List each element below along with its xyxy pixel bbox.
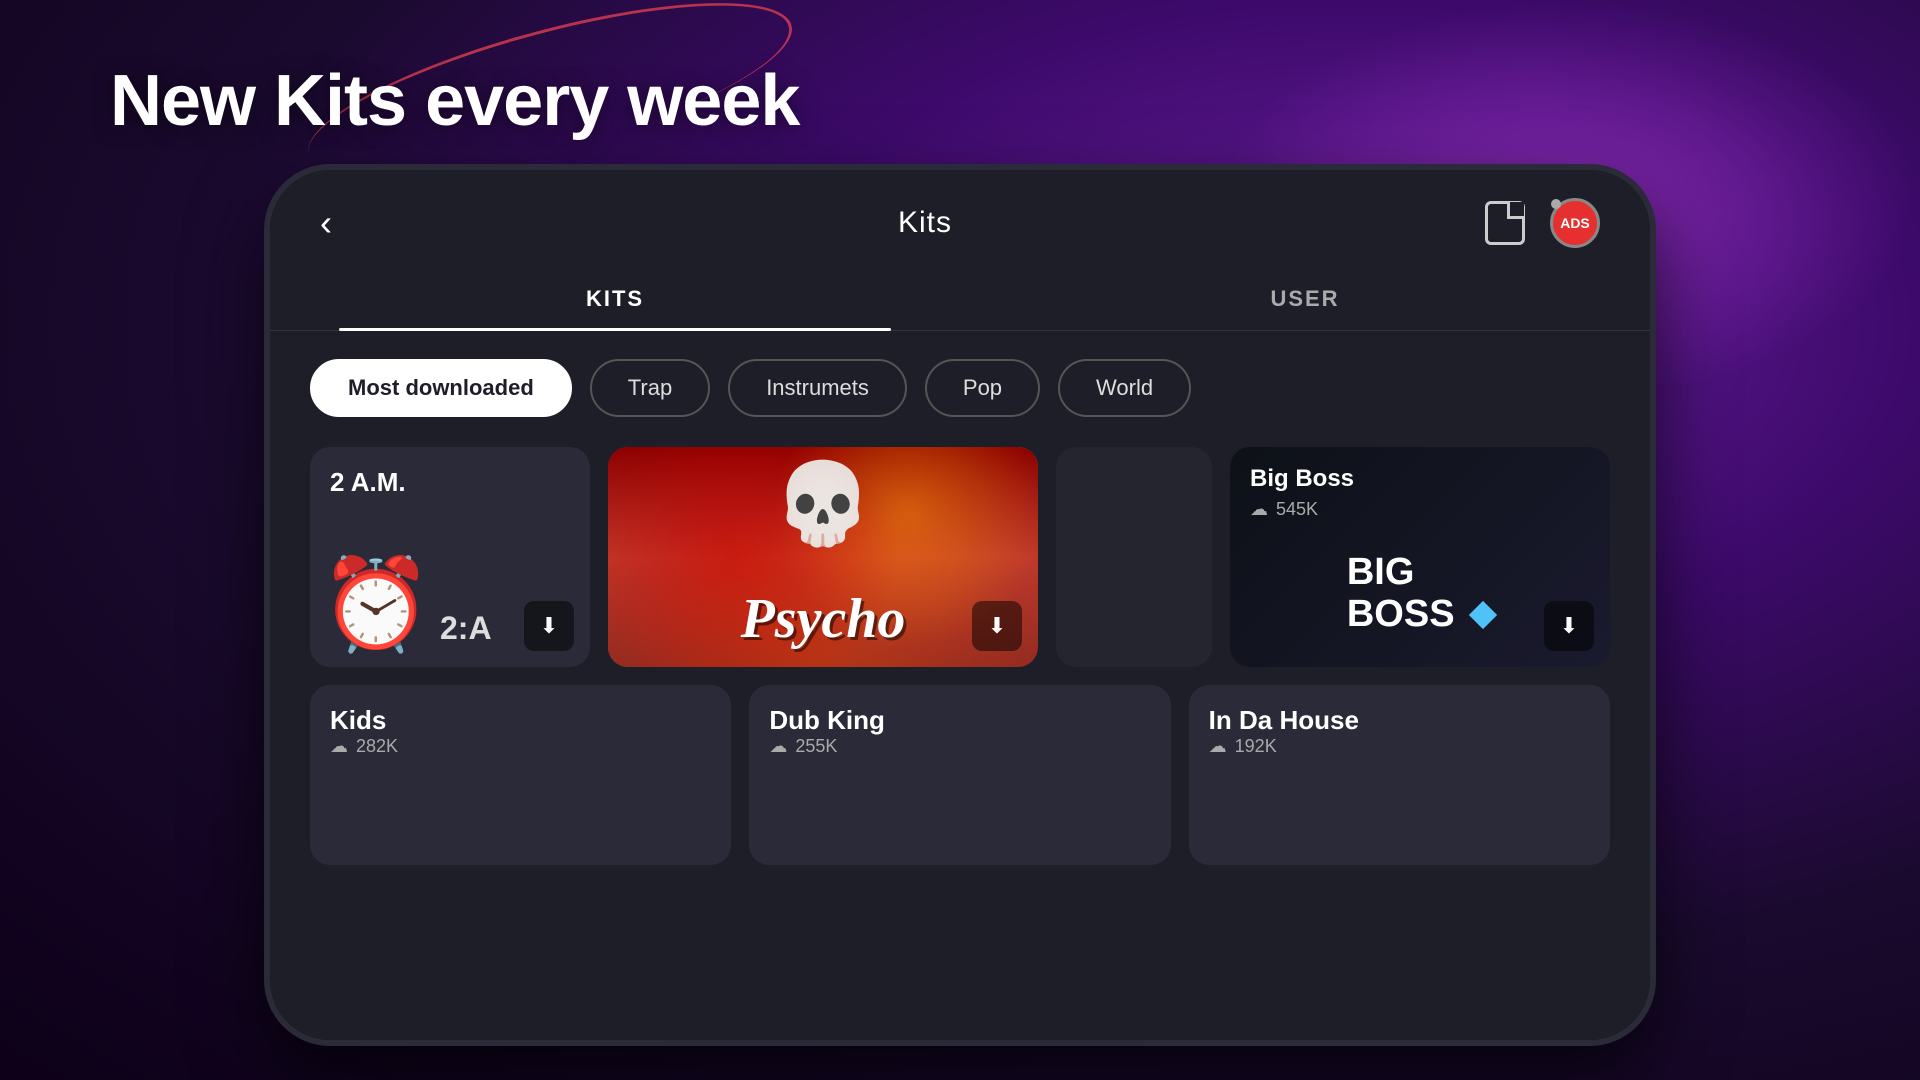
kids-cloud-icon: ☁ bbox=[330, 736, 348, 757]
diamond-icon bbox=[1469, 601, 1497, 629]
inhouse-stat: ☁ 192K bbox=[1209, 736, 1590, 757]
inhouse-downloads: 192K bbox=[1235, 736, 1277, 757]
card-2am-title: 2 A.M. bbox=[330, 467, 570, 498]
kids-title: Kids bbox=[330, 705, 711, 736]
card-inhouse[interactable]: In Da House ☁ 192K bbox=[1189, 685, 1610, 865]
cards-row-2: Kids ☁ 282K Dub King ☁ 255K In D bbox=[310, 685, 1610, 865]
ads-button[interactable]: ADS bbox=[1550, 198, 1600, 248]
dubking-downloads: 255K bbox=[795, 736, 837, 757]
dubking-title: Dub King bbox=[769, 705, 1150, 736]
cloud-icon: ☁ bbox=[1250, 499, 1268, 520]
cards-row-1: 2 A.M. ⏰ 2:A ⬇ 💀 Psycho ⬇ bbox=[310, 447, 1610, 667]
card-2am[interactable]: 2 A.M. ⏰ 2:A ⬇ bbox=[310, 447, 590, 667]
bigboss-title: Big Boss bbox=[1250, 465, 1590, 493]
clock-icon: ⏰ bbox=[320, 552, 432, 657]
filter-most-downloaded[interactable]: Most downloaded bbox=[310, 359, 572, 417]
bigboss-stat: ☁ 545K bbox=[1250, 499, 1590, 520]
cards-area: 2 A.M. ⏰ 2:A ⬇ 💀 Psycho ⬇ bbox=[270, 437, 1650, 1040]
card-bigboss-download[interactable]: ⬇ bbox=[1544, 601, 1594, 651]
back-button[interactable]: ‹ bbox=[320, 202, 370, 244]
skull-icon: 💀 bbox=[773, 457, 873, 551]
card-psycho[interactable]: 💀 Psycho ⬇ bbox=[608, 447, 1038, 667]
bigboss-downloads: 545K bbox=[1276, 499, 1318, 520]
card-dubking[interactable]: Dub King ☁ 255K bbox=[749, 685, 1170, 865]
filter-row: Most downloaded Trap Instrumets Pop Worl… bbox=[270, 331, 1650, 437]
bigboss-download-icon: ⬇ bbox=[1560, 613, 1578, 639]
inhouse-title: In Da House bbox=[1209, 705, 1590, 736]
filter-world[interactable]: World bbox=[1058, 359, 1191, 417]
bigboss-info: Big Boss ☁ 545K bbox=[1230, 447, 1610, 520]
card-empty bbox=[1056, 447, 1212, 667]
file-button[interactable] bbox=[1480, 198, 1530, 248]
kids-downloads: 282K bbox=[356, 736, 398, 757]
bigboss-logo: BIG BOSS bbox=[1347, 552, 1493, 636]
card-2am-download[interactable]: ⬇ bbox=[524, 601, 574, 651]
inhouse-cloud-icon: ☁ bbox=[1209, 736, 1227, 757]
header-title: Kits bbox=[898, 206, 952, 240]
tab-kits[interactable]: KITS bbox=[270, 268, 960, 330]
card-psycho-download[interactable]: ⬇ bbox=[972, 601, 1022, 651]
card-bigboss[interactable]: Big Boss ☁ 545K BIG BOSS bbox=[1230, 447, 1610, 667]
tabs-bar: KITS USER bbox=[270, 268, 1650, 331]
app-header: ‹ Kits ADS bbox=[270, 170, 1650, 268]
tab-user[interactable]: USER bbox=[960, 268, 1650, 330]
filter-trap[interactable]: Trap bbox=[590, 359, 710, 417]
dubking-cloud-icon: ☁ bbox=[769, 736, 787, 757]
app-content: ‹ Kits ADS KITS USER Most downloaded bbox=[270, 170, 1650, 1040]
download-icon: ⬇ bbox=[540, 613, 558, 639]
phone-frame: ‹ Kits ADS KITS USER Most downloaded bbox=[270, 170, 1650, 1040]
header-icons: ADS bbox=[1480, 198, 1600, 248]
file-icon bbox=[1485, 201, 1525, 245]
card-2am-text: 2:A bbox=[440, 610, 492, 647]
kids-stat: ☁ 282K bbox=[330, 736, 711, 757]
dubking-stat: ☁ 255K bbox=[769, 736, 1150, 757]
psycho-download-icon: ⬇ bbox=[988, 613, 1006, 639]
card-kids[interactable]: Kids ☁ 282K bbox=[310, 685, 731, 865]
filter-instrumets[interactable]: Instrumets bbox=[728, 359, 907, 417]
filter-pop[interactable]: Pop bbox=[925, 359, 1040, 417]
hero-title: New Kits every week bbox=[110, 60, 799, 142]
